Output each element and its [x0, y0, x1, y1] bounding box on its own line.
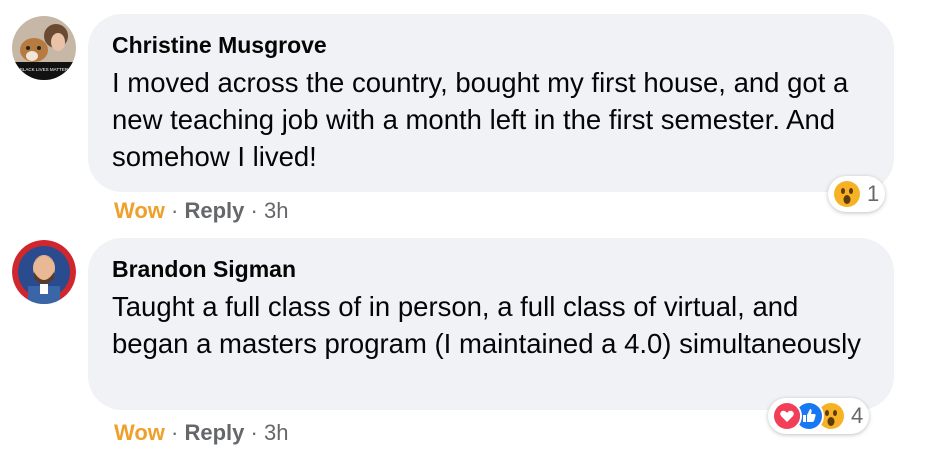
comment-actions: Wow · Reply · 3h	[114, 419, 288, 446]
comment-bubble: Christine Musgrove I moved across the co…	[88, 14, 894, 192]
separator: ·	[171, 198, 179, 224]
separator: ·	[250, 198, 258, 224]
wow-reaction-link[interactable]: Wow	[114, 198, 165, 223]
comment-author[interactable]: Christine Musgrove	[112, 32, 327, 59]
reply-link[interactable]: Reply	[185, 420, 245, 445]
reaction-summary[interactable]: 1	[828, 176, 886, 212]
reaction-summary[interactable]: 4	[768, 398, 870, 434]
timestamp[interactable]: 3h	[264, 420, 288, 445]
comment-actions: Wow · Reply · 3h	[114, 197, 288, 224]
comment-text: I moved across the country, bought my fi…	[112, 67, 849, 172]
reply-link[interactable]: Reply	[185, 198, 245, 223]
previous-comment-stub	[190, 0, 260, 4]
love-icon	[772, 401, 802, 431]
reaction-count: 1	[867, 181, 880, 206]
timestamp[interactable]: 3h	[264, 198, 288, 223]
wow-icon	[832, 179, 862, 209]
comment-bubble: Brandon Sigman Taught a full class of in…	[88, 238, 894, 410]
comment-text: Taught a full class of in person, a full…	[112, 291, 861, 359]
separator: ·	[171, 420, 179, 446]
separator: ·	[250, 420, 258, 446]
avatar[interactable]	[12, 240, 76, 304]
avatar[interactable]: BLACK LIVES MATTER	[12, 16, 76, 80]
reaction-count: 4	[851, 403, 864, 428]
wow-reaction-link[interactable]: Wow	[114, 420, 165, 445]
avatar-caption: BLACK LIVES MATTER	[20, 67, 69, 72]
comment-author[interactable]: Brandon Sigman	[112, 256, 296, 283]
